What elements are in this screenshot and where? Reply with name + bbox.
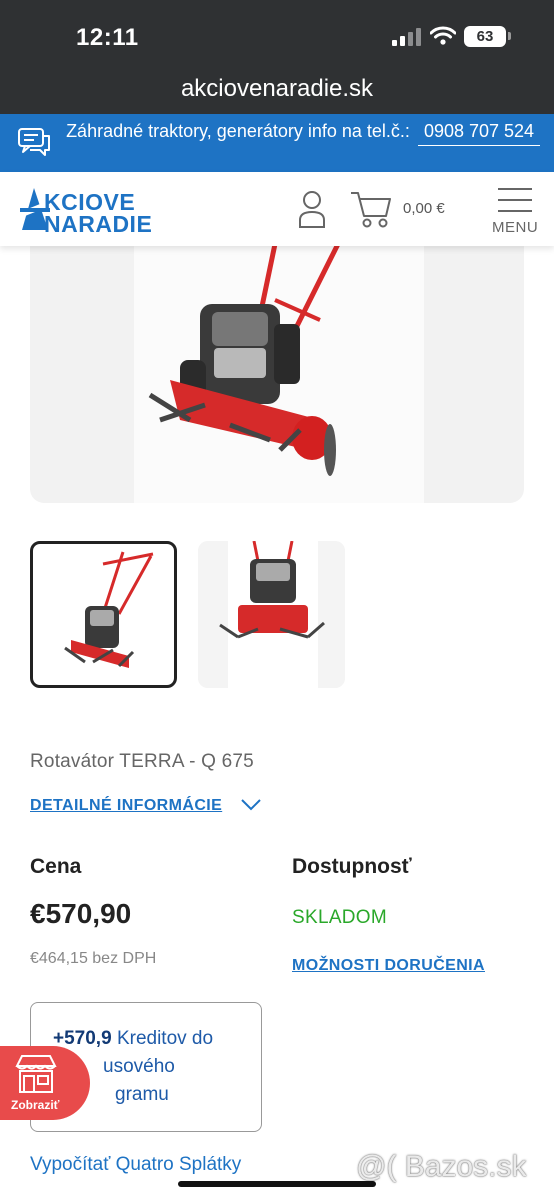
- logo-text-bottom: NARADIE: [44, 211, 153, 237]
- product-title: Rotavátor TERRA - Q 675: [30, 751, 254, 772]
- cart-icon[interactable]: [350, 190, 392, 228]
- price-heading: Cena: [30, 855, 82, 878]
- status-bar: 12:11 63: [0, 0, 554, 72]
- user-account-icon[interactable]: [298, 190, 326, 228]
- details-link[interactable]: DETAILNÉ INFORMÁCIE: [30, 797, 222, 815]
- credits-amount: +570,9: [53, 1028, 112, 1049]
- info-text: Záhradné traktory, generátory info na te…: [66, 121, 410, 141]
- tiller-illustration: [148, 220, 353, 476]
- product-thumbnail-2[interactable]: [198, 541, 345, 688]
- availability-heading: Dostupnosť: [292, 855, 412, 878]
- site-logo[interactable]: KCIOVE NARADIE: [20, 186, 185, 237]
- home-indicator[interactable]: [178, 1181, 376, 1187]
- installments-link[interactable]: Vypočítať Quatro Splátky: [30, 1154, 241, 1176]
- price-value: €570,90: [30, 898, 132, 929]
- cart-total[interactable]: 0,00 €: [403, 200, 445, 217]
- site-header: KCIOVE NARADIE 0,00 € MENU: [0, 172, 554, 246]
- status-time: 12:11: [76, 24, 139, 51]
- info-strip: Záhradné traktory, generátory info na te…: [0, 114, 554, 172]
- chat-bubbles-icon: [18, 128, 50, 156]
- cellular-signal-icon: [392, 28, 422, 46]
- menu-icon: [498, 188, 532, 190]
- watermark: @( Bazos.sk: [356, 1150, 527, 1183]
- chevron-down-icon[interactable]: [240, 798, 262, 812]
- thumbnail-image-1: [64, 551, 154, 668]
- thumbnail-image-2: [198, 541, 345, 688]
- menu-button[interactable]: MENU: [492, 186, 542, 242]
- shop-icon: [15, 1055, 57, 1093]
- availability-status: SKLADOM: [292, 907, 388, 928]
- menu-label: MENU: [492, 219, 539, 236]
- price-without-vat: €464,15 bez DPH: [30, 950, 157, 967]
- product-thumbnail-1[interactable]: [30, 541, 177, 688]
- credits-line-1: Kreditov do: [116, 1028, 214, 1049]
- wifi-icon: [430, 26, 456, 45]
- delivery-options-link[interactable]: MOŽNOSTI DORUČENIA: [292, 957, 485, 975]
- phone-link[interactable]: 0908 707 524: [418, 120, 540, 146]
- battery-icon: 63: [464, 26, 511, 47]
- show-shop-button[interactable]: Zobraziť: [0, 1046, 90, 1120]
- browser-url-bar[interactable]: akciovenaradie.sk: [0, 72, 554, 114]
- show-shop-label: Zobraziť: [11, 1098, 60, 1112]
- product-main-image[interactable]: [30, 220, 524, 503]
